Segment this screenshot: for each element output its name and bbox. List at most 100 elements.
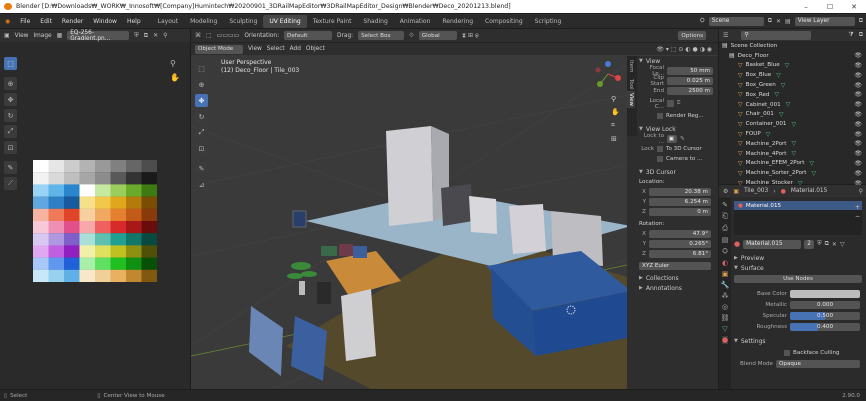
new-view-layer-icon[interactable]: ⧉: [859, 17, 863, 25]
visibility-eye-icon[interactable]: 👁: [854, 52, 862, 59]
tool-props-icon[interactable]: ✎: [722, 201, 728, 209]
menu-help[interactable]: Help: [122, 18, 146, 25]
pan-view-icon[interactable]: ✋: [611, 108, 620, 116]
mesh-data-icon[interactable]: ▽: [792, 140, 797, 147]
fake-user-material-icon[interactable]: ⛨: [817, 240, 822, 248]
clip-end-field[interactable]: 2500 m: [667, 86, 713, 95]
surface-header[interactable]: ▼ Surface: [734, 263, 862, 273]
image-editor-view-menu[interactable]: View: [15, 33, 29, 39]
move-tool-icon[interactable]: ✥: [4, 93, 17, 106]
shading-mode-icon[interactable]: ▽: [840, 241, 845, 248]
scale-tool-icon[interactable]: ⤢: [4, 125, 17, 138]
outliner-item[interactable]: ▽ Machine_2Port ▽ 👁: [719, 139, 866, 149]
object-name[interactable]: Tile_003: [744, 188, 768, 194]
pin-icon[interactable]: ⚲: [163, 32, 167, 39]
shading-icons[interactable]: 👁 ▾ ⬚ ⊙ ◐ ● ◑ ◉: [656, 46, 712, 53]
outliner-search[interactable]: ⚲: [741, 30, 812, 40]
move-3d-tool-icon[interactable]: ✥: [195, 94, 208, 107]
pin-props-icon[interactable]: ⚲: [859, 188, 863, 195]
minimize-icon[interactable]: –: [794, 0, 818, 13]
maximize-icon[interactable]: ☐: [818, 0, 842, 13]
visibility-eye-icon[interactable]: 👁: [854, 131, 862, 138]
select-tool-icon[interactable]: ⬚: [4, 57, 17, 70]
outliner-item[interactable]: ▽ Box_Green ▽ 👁: [719, 80, 866, 90]
scene-collection-row[interactable]: ▤ Scene Collection: [719, 41, 866, 51]
z-axis-icon[interactable]: [605, 61, 611, 67]
properties-editor-icon[interactable]: ⚙: [723, 188, 728, 195]
clip-start-field[interactable]: 0.025 m: [667, 76, 713, 85]
menu-edit[interactable]: Edit: [35, 18, 57, 25]
mesh-data-icon[interactable]: ▽: [809, 160, 814, 167]
hand-icon[interactable]: ✋: [170, 73, 180, 82]
material-props-icon[interactable]: ●: [721, 336, 729, 344]
x-axis-icon[interactable]: [615, 75, 621, 81]
image-editor-image-menu[interactable]: Image: [33, 33, 51, 39]
tab-tool[interactable]: Tool: [627, 77, 635, 92]
specular-slider[interactable]: 0.500: [790, 311, 860, 320]
backface-checkbox[interactable]: [784, 349, 790, 356]
outliner-item[interactable]: ▽ Cabinet_001 ▽ 👁: [719, 100, 866, 110]
neg-x-axis-icon[interactable]: [595, 67, 601, 73]
menu-window[interactable]: Window: [88, 18, 122, 25]
view-layer-selector[interactable]: View Layer: [794, 16, 855, 26]
3d-cursor-header[interactable]: ▼ 3D Cursor: [639, 167, 716, 177]
settings-header[interactable]: ▼ Settings: [734, 336, 862, 346]
pivot-icon[interactable]: ⟐: [409, 32, 414, 40]
visibility-eye-icon[interactable]: 👁: [854, 72, 862, 79]
tab-view[interactable]: View: [627, 91, 635, 109]
visibility-eye-icon[interactable]: 👁: [854, 170, 862, 177]
outliner-item[interactable]: ▽ Machine_EFEM_2Port ▽ 👁: [719, 159, 866, 169]
annotate-3d-tool-icon[interactable]: ✎: [195, 162, 208, 175]
base-color-swatch[interactable]: [790, 289, 860, 298]
mesh-data-icon[interactable]: ▽: [791, 121, 796, 128]
editor-type-icon[interactable]: ▣: [4, 32, 10, 39]
scene-selector[interactable]: Scene: [708, 16, 764, 26]
zoom-icon[interactable]: ⚲: [170, 59, 176, 68]
unlink-image-icon[interactable]: ✕: [153, 32, 158, 39]
outliner-item[interactable]: ▽ Container_001 ▽ 👁: [719, 119, 866, 129]
object-props-icon[interactable]: ▣: [722, 270, 729, 278]
cursor-rz-field[interactable]: 6.81°: [649, 249, 711, 258]
cursor-tool-icon[interactable]: ⊕: [4, 77, 17, 90]
mode-icons[interactable]: ▭▭▭▭: [217, 32, 240, 39]
viewport-add-menu[interactable]: Add: [290, 46, 301, 52]
outliner-editor-icon[interactable]: ☰: [723, 32, 728, 39]
outliner-item[interactable]: ▽ Box_Red ▽ 👁: [719, 90, 866, 100]
snap-icon[interactable]: ⧗ ⊞ ⦿: [462, 32, 479, 40]
select-box-tool-icon[interactable]: ⬚: [195, 62, 208, 75]
camera-picker-icon[interactable]: ⌼: [677, 100, 680, 107]
new-image-icon[interactable]: ⧉: [144, 32, 148, 40]
visibility-eye-icon[interactable]: 👁: [854, 121, 862, 128]
transform-orientation-dropdown[interactable]: Global: [418, 31, 457, 40]
mode-dropdown[interactable]: Object Mode: [195, 44, 243, 54]
options-button[interactable]: Options: [678, 31, 706, 40]
outliner-item[interactable]: ▽ Basket_Blue ▽ 👁: [719, 61, 866, 71]
lock-to-field[interactable]: ▣: [667, 134, 677, 143]
cursor-ry-field[interactable]: 0.265°: [649, 239, 711, 248]
output-props-icon[interactable]: ⎙: [722, 224, 728, 233]
scale-3d-tool-icon[interactable]: ⤢: [195, 126, 208, 139]
image-name-field[interactable]: EQ-256-Gradient.pn...: [67, 30, 130, 42]
local-camera-checkbox[interactable]: [667, 100, 674, 107]
tab-modeling[interactable]: Modeling: [184, 15, 223, 28]
modifier-props-icon[interactable]: 🔧: [721, 281, 730, 289]
3d-cursor-tool-icon[interactable]: ⊕: [195, 78, 208, 91]
world-props-icon[interactable]: ◐: [722, 259, 728, 267]
visibility-eye-icon[interactable]: 👁: [854, 91, 862, 98]
mesh-data-icon[interactable]: ▽: [812, 170, 817, 177]
material-name-field[interactable]: Material.015: [743, 239, 802, 249]
mesh-data-icon[interactable]: ▽: [792, 150, 797, 157]
image-browse-icon[interactable]: ▦: [57, 32, 63, 39]
drag-dropdown[interactable]: Select Box: [358, 31, 405, 40]
material-slot-item[interactable]: ● Material.015: [734, 201, 862, 210]
cursor-y-field[interactable]: 6.254 m: [649, 197, 711, 206]
rotate-3d-tool-icon[interactable]: ↻: [195, 110, 208, 123]
mesh-data-icon[interactable]: ▽: [766, 131, 771, 138]
render-region-checkbox[interactable]: [657, 112, 663, 119]
visibility-eye-icon[interactable]: 👁: [854, 111, 862, 118]
visibility-eye-icon[interactable]: 👁: [854, 160, 862, 167]
y-axis-icon[interactable]: [597, 81, 603, 87]
delete-scene-icon[interactable]: ✕: [776, 18, 781, 25]
menu-file[interactable]: File: [15, 18, 35, 25]
close-icon[interactable]: ✕: [842, 0, 866, 13]
